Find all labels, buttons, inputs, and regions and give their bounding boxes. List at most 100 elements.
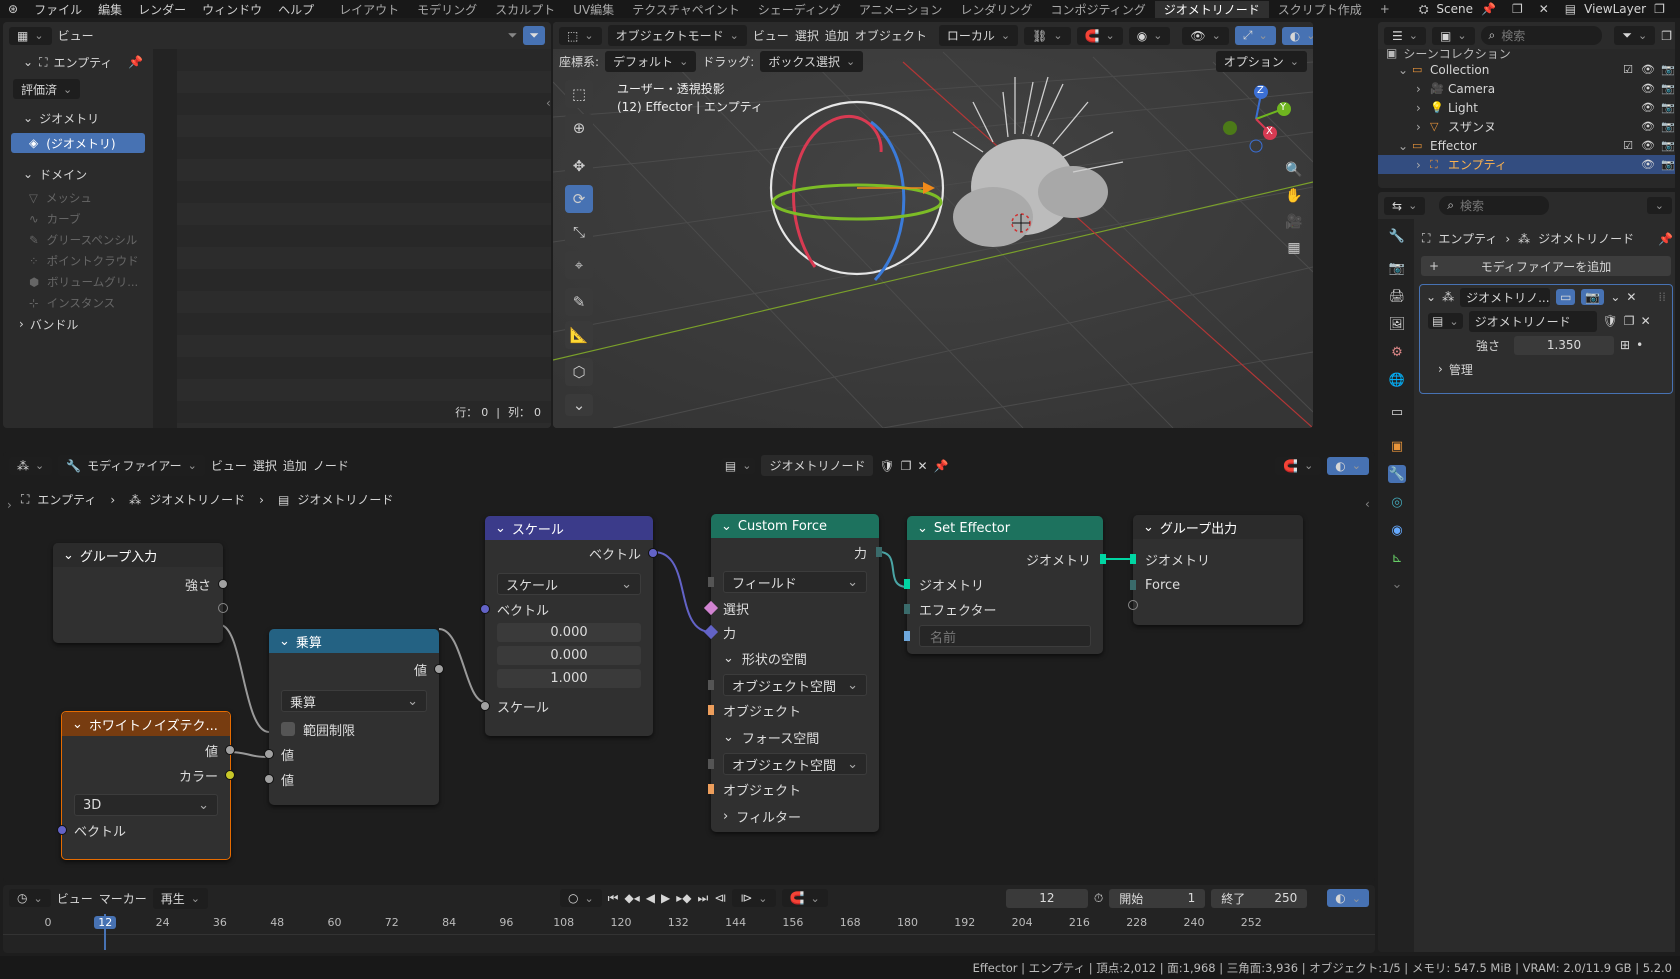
vector-x-field[interactable]: 0.000 [497, 623, 641, 642]
domain-item[interactable]: ▽ メッシュ [3, 187, 153, 208]
exclude-checkbox-icon[interactable]: ☑ [1618, 63, 1638, 76]
navigation-gizmo[interactable]: Z Y X [1221, 84, 1291, 154]
outliner-item[interactable]: ⌄ ▭ Collection ☑ 👁 📷 [1378, 60, 1678, 79]
socket-vector-input[interactable] [57, 825, 67, 835]
socket-vector-input[interactable] [480, 604, 490, 614]
pin-icon[interactable]: 📌 [1473, 2, 1504, 16]
transform-orientation-dropdown[interactable]: ローカル [938, 25, 1019, 46]
socket-scale-input[interactable] [480, 701, 490, 711]
drag-handle-icon[interactable]: ⁞⁞ [1658, 290, 1666, 304]
zoom-icon[interactable]: 🔍 [1285, 162, 1302, 178]
vector-y-field[interactable]: 0.000 [497, 646, 641, 665]
filter-panel[interactable]: › フィルター [711, 805, 879, 827]
fake-user-shield-icon[interactable]: 🛡 [1603, 314, 1618, 328]
socket-force-output[interactable] [876, 547, 882, 557]
delete-view-layer-icon[interactable]: ✕ [1673, 2, 1680, 16]
gizmo-toggle[interactable]: ⤢ [1234, 26, 1276, 45]
rotate-tool-icon[interactable]: ⟳ [565, 185, 593, 213]
next-keyframe-icon[interactable]: ▸◆ [676, 891, 691, 905]
socket-force-input[interactable] [1130, 580, 1136, 590]
socket-strength-output[interactable] [218, 579, 228, 589]
eye-icon[interactable]: 👁 [1638, 82, 1658, 95]
socket-value-input-1[interactable] [264, 749, 274, 759]
add-cube-tool-icon[interactable]: ⬡ [565, 358, 593, 386]
workspace-tab-uv-editing[interactable]: UV編集 [564, 1, 623, 18]
scale-tool-icon[interactable]: ⤡ [565, 218, 593, 246]
playhead[interactable] [104, 914, 107, 950]
show-in-render-icon[interactable]: 📷 [1581, 289, 1605, 305]
chevron-right-icon[interactable]: › [1416, 101, 1430, 115]
node-group-browse-dropdown[interactable]: ▤ [1428, 313, 1463, 329]
attribute-toggle-icon[interactable]: ⊞ [1620, 338, 1630, 352]
proportional-edit-dropdown[interactable]: ◉ [1128, 26, 1171, 45]
play-reverse-icon[interactable]: ◀ [646, 891, 655, 905]
object-tab-icon[interactable]: ▣ [1388, 437, 1406, 455]
node-custom-force[interactable]: ⌄ Custom Force 力 フィールド 選択 力 ⌄ 形状の空間 オブジェクト… [703, 514, 882, 832]
sidebar-toggle-icon[interactable]: ‹ [1365, 497, 1370, 511]
playback-dropdown[interactable]: 再生 [152, 887, 208, 909]
more-tools-icon[interactable]: ⌄ [565, 394, 593, 416]
operation-dropdown[interactable]: 乗算 [281, 690, 427, 712]
start-frame-input[interactable]: 開始 1 [1109, 888, 1206, 908]
keyframe-dot-icon[interactable]: • [1636, 338, 1643, 352]
outliner-item[interactable]: ⌄ ▭ Effector ☑ 👁 📷 [1378, 136, 1678, 155]
snap-dropdown[interactable]: 🧲 [781, 889, 828, 907]
workspace-tab-layout[interactable]: レイアウト [330, 1, 408, 18]
toolbar-toggle-icon[interactable]: › [7, 498, 12, 512]
modifier-tab-icon[interactable]: 🔧 [1388, 465, 1406, 483]
field-type-dropdown[interactable]: フィールド [723, 571, 867, 593]
prev-marker-icon[interactable]: ⧏ [714, 891, 726, 905]
outliner-item[interactable]: › ⛶ エンプティ 👁 📷 [1378, 155, 1678, 174]
object-row[interactable]: ⌄ ⛶ エンプティ 📌 [3, 49, 153, 75]
snap-dropdown[interactable]: 🧲 [1076, 26, 1123, 45]
domain-item[interactable]: ⊹ インスタンス [3, 292, 153, 313]
name-input[interactable]: 名前 [919, 625, 1091, 647]
pin-icon[interactable]: 📌 [128, 55, 143, 69]
node-group-input[interactable]: ⌄ グループ入力 強さ [53, 543, 228, 643]
constraints-tab-icon[interactable]: ⊾ [1388, 549, 1406, 567]
editor-type-dropdown[interactable]: ⇆ [1384, 196, 1426, 215]
output-tab-icon[interactable]: 🖨 [1388, 287, 1406, 305]
pin-icon[interactable]: 📌 [1658, 232, 1673, 246]
outliner-item[interactable]: › ▽ スザンヌ 👁 📷 [1378, 117, 1678, 136]
eye-icon[interactable]: 👁 [1638, 63, 1658, 76]
socket-empty-output[interactable] [218, 603, 228, 613]
node-math-multiply[interactable]: ⌄ 乗算 値 乗算 範囲制限 値 値 [264, 629, 444, 805]
node-group-name-field[interactable]: ジオメトリノード [1468, 310, 1597, 332]
strength-input[interactable]: 1.350 [1514, 335, 1614, 355]
shape-space-dropdown[interactable]: オブジェクト空間 [723, 674, 867, 696]
options-dropdown[interactable] [1646, 197, 1672, 214]
collection-tab-icon[interactable]: ▭ [1388, 403, 1406, 421]
editor-type-dropdown[interactable]: ⬚ [559, 26, 602, 45]
ortho-toggle-icon[interactable]: ▦ [1287, 240, 1300, 256]
blender-logo-icon[interactable]: ⊛ [0, 2, 26, 16]
socket-value-output[interactable] [225, 745, 235, 755]
visibility-dropdown[interactable]: 👁 [1182, 26, 1229, 45]
socket-effector-input[interactable] [904, 604, 910, 614]
socket-shape-space-input[interactable] [708, 680, 714, 690]
workspace-tab-modeling[interactable]: モデリング [408, 1, 486, 18]
node-white-noise-texture[interactable]: ⌄ ホワイトノイズテク... 値 カラー 3D ベクトル [57, 711, 235, 860]
eye-icon[interactable]: 👁 [1638, 139, 1658, 152]
force-space-panel[interactable]: ⌄ フォース空間 [711, 726, 879, 748]
annotate-tool-icon[interactable]: ✎ [565, 288, 593, 316]
socket-color-output[interactable] [225, 770, 235, 780]
outliner-search[interactable]: ⌕ 検索 [1480, 26, 1603, 45]
delete-scene-icon[interactable]: ✕ [1531, 2, 1557, 16]
select-menu[interactable]: 選択 [795, 27, 819, 44]
select-box-tool-icon[interactable]: ⬚ [565, 80, 593, 108]
node-vector-scale[interactable]: ⌄ スケール ベクトル スケール ベクトル 0.000 0.000 1.000 ス… [480, 516, 658, 736]
camera-view-icon[interactable]: 🎥 [1285, 214, 1302, 230]
dimensions-dropdown[interactable]: 3D [74, 794, 218, 816]
physics-tab-icon[interactable]: ◉ [1388, 521, 1406, 539]
mode-dropdown[interactable]: オブジェクトモード [607, 25, 747, 46]
exclude-checkbox-icon[interactable]: ☑ [1618, 139, 1638, 152]
workspace-tab-texture-paint[interactable]: テクスチャペイント [623, 1, 749, 18]
add-menu[interactable]: 追加 [825, 27, 849, 44]
geometry-item[interactable]: ◈ (ジオメトリ) [11, 133, 145, 153]
coord-dropdown[interactable]: デフォルト [605, 50, 697, 72]
menu-file[interactable]: ファイル [26, 1, 90, 18]
pan-hand-icon[interactable]: ✋ [1285, 188, 1302, 204]
display-mode-dropdown[interactable]: ▣ [1431, 26, 1475, 45]
eye-icon[interactable]: 👁 [1638, 158, 1658, 171]
